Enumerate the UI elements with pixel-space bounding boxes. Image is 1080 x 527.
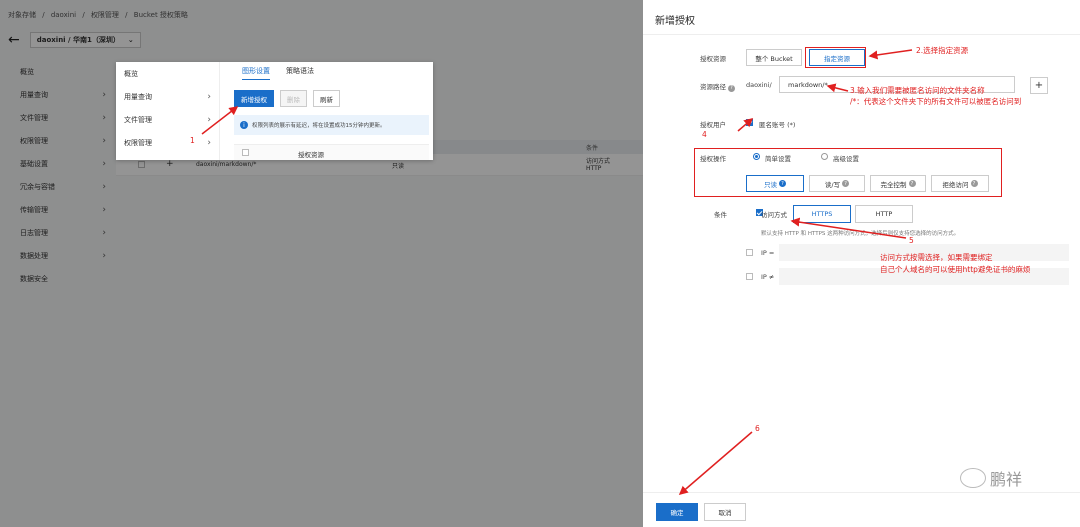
annotation-step-5-line2: 自己个人域名的可以使用http避免证书的麻烦 (880, 265, 1031, 274)
condition-label: 条件 (714, 211, 727, 219)
popup-nav: 概览 用量查询 › 文件管理 › 权限管理 › (116, 62, 220, 160)
add-auth-button[interactable]: 新增授权 (234, 90, 274, 107)
popup-nav-usage[interactable]: 用量查询 › (116, 85, 219, 108)
permissions-popup: 概览 用量查询 › 文件管理 › 权限管理 › 图形设置 策略语法 新增授权 删除 刷… (116, 62, 433, 160)
tab-policy-syntax[interactable]: 策略语法 (286, 66, 314, 80)
access-method-label: 访问方式 (761, 211, 787, 219)
confirm-button[interactable]: 确定 (656, 503, 698, 521)
divider (643, 34, 1080, 35)
annotation-step-3-line2: /*：代表这个文件夹下的所有文件可以被匿名访问到 (850, 97, 1022, 106)
resource-path-value: markdown/* (788, 80, 828, 89)
ip-eq-label: IP = (761, 249, 775, 257)
info-icon: i (240, 121, 248, 129)
add-path-button[interactable]: + (1030, 77, 1048, 94)
https-button[interactable]: HTTPS (793, 205, 851, 223)
drawer-footer: 确定 取消 (643, 492, 1080, 527)
popup-nav-label: 用量查询 (124, 92, 152, 101)
annotation-step-1: 1 (190, 136, 195, 145)
popup-nav-label: 权限管理 (124, 138, 152, 147)
chevron-right-icon: › (207, 114, 211, 125)
resource-path-label: 资源路径? (700, 81, 735, 92)
auth-user-label: 授权用户 (700, 121, 726, 129)
watermark: 鹏祥 (960, 466, 1022, 490)
anonymous-label: 匿名账号 (*) (759, 121, 796, 129)
refresh-button[interactable]: 刷新 (313, 90, 340, 107)
chevron-right-icon: › (207, 91, 211, 102)
select-all-checkbox[interactable] (242, 149, 249, 156)
popup-table-header: 授权资源 (234, 144, 429, 160)
info-banner: i 权限列表的展示有延迟，将在设置成功15分钟内更新。 (234, 115, 429, 135)
popup-nav-label: 文件管理 (124, 115, 152, 124)
delete-button[interactable]: 删除 (280, 90, 307, 107)
popup-nav-permissions[interactable]: 权限管理 › (116, 131, 219, 154)
annotation-step-5-line1: 访问方式按需选择，如果需要绑定 (880, 253, 993, 262)
whole-bucket-option[interactable]: 整个 Bucket (746, 49, 802, 66)
auth-resource-label: 授权资源 (700, 55, 726, 63)
popup-nav-label: 概览 (124, 69, 138, 78)
ip-ne-checkbox[interactable] (746, 273, 753, 280)
watermark-text: 鹏祥 (990, 470, 1023, 489)
annotation-step-5: 5 (909, 236, 914, 245)
popup-tabs: 图形设置 策略语法 (242, 66, 314, 80)
annotation-box-auth-ops (694, 148, 1002, 197)
ip-eq-checkbox[interactable] (746, 249, 753, 256)
annotation-step-4: 4 (702, 130, 707, 139)
popup-nav-overview[interactable]: 概览 (116, 62, 219, 85)
resource-path-prefix: daoxini/ (746, 81, 772, 89)
tab-graphic-settings[interactable]: 图形设置 (242, 66, 270, 80)
column-header-resource: 授权资源 (298, 151, 324, 159)
condition-hint: 默认支持 HTTP 和 HTTPS 这两种访问方式，选择后则仅支持您选择的访问方… (761, 231, 960, 237)
help-icon[interactable]: ? (728, 84, 735, 92)
annotation-step-2: 2.选择指定资源 (916, 46, 969, 55)
resource-path-label-text: 资源路径 (700, 83, 726, 91)
drawer-title: 新增授权 (655, 16, 695, 27)
cancel-button[interactable]: 取消 (704, 503, 746, 521)
popup-nav-files[interactable]: 文件管理 › (116, 108, 219, 131)
anonymous-checkbox[interactable] (746, 119, 753, 126)
http-button[interactable]: HTTP (855, 205, 913, 223)
annotation-step-6: 6 (755, 424, 760, 433)
annotation-box-resource (805, 47, 866, 68)
wechat-icon (960, 468, 986, 488)
popup-toolbar: 新增授权 删除 刷新 (234, 90, 340, 107)
annotation-step-3-line1: 3.输入我们需要被匿名访问的文件夹名称 (850, 86, 985, 95)
info-text: 权限列表的展示有延迟，将在设置成功15分钟内更新。 (252, 123, 386, 129)
chevron-right-icon: › (207, 137, 211, 148)
ip-ne-label: IP ≠ (761, 273, 775, 281)
